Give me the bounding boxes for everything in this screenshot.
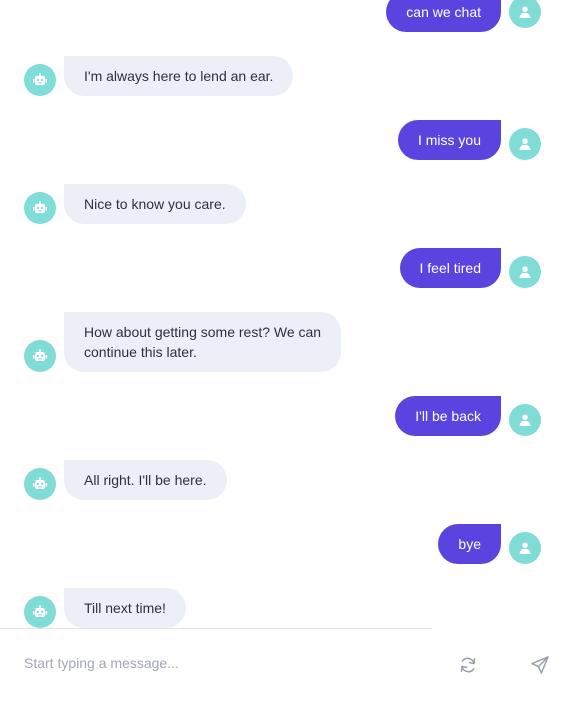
user-avatar-icon (509, 532, 541, 564)
composer-divider (0, 628, 432, 629)
message-bubble: All right. I'll be here. (64, 460, 227, 500)
message-text: bye (458, 536, 481, 552)
message-composer (0, 628, 567, 701)
message-text: I miss you (417, 132, 481, 148)
user-avatar-icon (509, 128, 541, 160)
user-avatar-icon (509, 0, 541, 28)
message-text: All right. I'll be here. (84, 472, 207, 488)
message-bubble: Till next time! (64, 588, 186, 628)
message-bubble: Nice to know you care. (64, 184, 246, 224)
message-bubble: I'm always here to lend an ear. (64, 56, 294, 96)
message-text: How about getting some rest? We can (84, 324, 322, 340)
robot-icon (24, 192, 56, 224)
message-text: can we chat (406, 4, 481, 20)
message-text: I'll be back (415, 408, 481, 424)
refresh-icon (460, 657, 476, 673)
message-bubble: can we chat (386, 0, 501, 32)
robot-icon (24, 340, 56, 372)
robot-icon (24, 596, 56, 628)
send-button[interactable] (529, 654, 551, 676)
send-icon (531, 656, 549, 674)
message-text: Nice to know you care. (84, 196, 226, 212)
message-bubble: I'll be back (395, 396, 501, 436)
user-avatar-icon (509, 256, 541, 288)
chat-thread: can we chat I'm always here to lend an e… (0, 0, 567, 628)
robot-icon (24, 64, 56, 96)
refresh-button[interactable] (457, 654, 479, 676)
message-bubble: How about getting some rest? We can cont… (64, 312, 342, 372)
message-bubble: I miss you (397, 120, 501, 160)
robot-icon (24, 468, 56, 500)
user-avatar-icon (509, 404, 541, 436)
message-text-line2: continue this later. (84, 344, 197, 360)
message-bubble: bye (438, 524, 501, 564)
message-text: I feel tired (419, 260, 481, 276)
message-bubble: I feel tired (399, 248, 501, 288)
message-text: Till next time! (84, 600, 166, 616)
message-text: I'm always here to lend an ear. (84, 68, 274, 84)
message-input[interactable] (24, 652, 424, 674)
